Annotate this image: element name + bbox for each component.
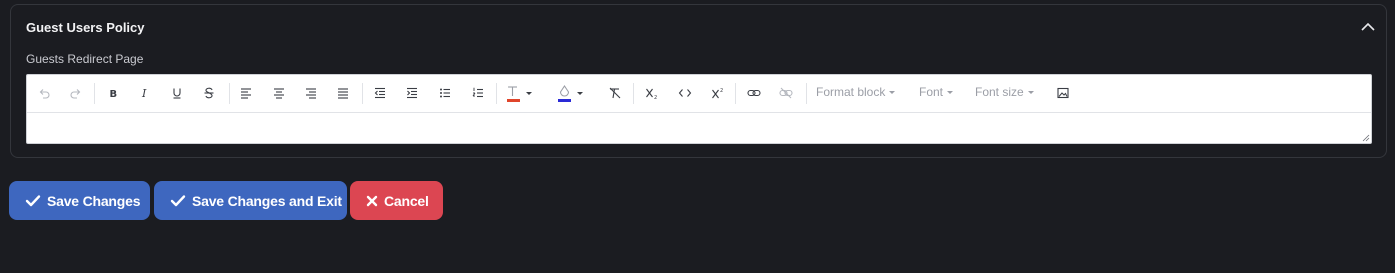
indent-button[interactable] xyxy=(403,83,421,103)
svg-text:I: I xyxy=(141,87,147,99)
italic-icon: I xyxy=(141,87,147,99)
text-color-button[interactable] xyxy=(505,83,537,103)
caret-down-icon xyxy=(889,91,896,94)
save-changes-label: Save Changes xyxy=(47,192,141,209)
align-justify-icon xyxy=(338,88,348,99)
collapse-button[interactable] xyxy=(1360,20,1376,34)
toolbar-divider xyxy=(229,83,230,104)
chevron-up-icon xyxy=(1361,22,1375,31)
redo-button[interactable] xyxy=(67,83,85,103)
font-dropdown[interactable]: Font xyxy=(919,85,954,99)
undo-icon xyxy=(39,89,50,99)
font-size-dropdown[interactable]: Font size xyxy=(975,85,1034,99)
subscript-icon: 2 xyxy=(646,88,657,99)
link-icon xyxy=(747,89,761,97)
italic-button[interactable]: I xyxy=(136,83,154,103)
cancel-button[interactable]: Cancel xyxy=(350,181,443,220)
editor-content-area[interactable] xyxy=(27,113,1371,143)
outdent-button[interactable] xyxy=(371,83,389,103)
align-right-button[interactable] xyxy=(302,83,320,103)
highlight-color-button[interactable] xyxy=(557,83,589,103)
align-left-icon xyxy=(241,88,251,99)
guests-redirect-page-label: Guests Redirect Page xyxy=(26,52,144,66)
code-icon xyxy=(678,89,692,97)
strikethrough-icon xyxy=(204,87,214,99)
bulleted-list-icon xyxy=(440,88,450,98)
rich-text-editor: B I 2 2 Format block Font Font size xyxy=(26,74,1372,144)
superscript-button[interactable]: 2 xyxy=(709,83,727,103)
unlink-icon xyxy=(779,87,793,99)
align-center-icon xyxy=(274,88,284,99)
format-block-dropdown[interactable]: Format block xyxy=(816,85,896,99)
toolbar-divider xyxy=(735,83,736,104)
svg-text:2: 2 xyxy=(654,95,657,99)
toolbar-divider xyxy=(496,83,497,104)
subscript-button[interactable]: 2 xyxy=(643,83,661,103)
toolbar-divider xyxy=(633,83,634,104)
undo-button[interactable] xyxy=(35,83,53,103)
caret-down-icon xyxy=(1027,91,1034,94)
format-block-label: Format block xyxy=(816,85,886,99)
code-view-button[interactable] xyxy=(675,83,695,103)
editor-toolbar: B I 2 2 Format block Font Font size xyxy=(27,75,1371,113)
align-justify-button[interactable] xyxy=(334,83,352,103)
toolbar-divider xyxy=(94,83,95,104)
panel-title: Guest Users Policy xyxy=(26,20,145,35)
guest-users-policy-panel: Guest Users Policy Guests Redirect Page xyxy=(10,4,1387,158)
insert-image-button[interactable] xyxy=(1054,83,1072,103)
underline-button[interactable] xyxy=(168,83,186,103)
checkmark-icon xyxy=(25,194,41,208)
toolbar-divider xyxy=(362,83,363,104)
bulleted-list-button[interactable] xyxy=(436,83,454,103)
bold-icon: B xyxy=(110,89,118,99)
highlight-color-icon xyxy=(558,85,583,102)
numbered-list-button[interactable] xyxy=(469,83,487,103)
image-icon xyxy=(1057,87,1069,99)
toolbar-divider xyxy=(806,83,807,104)
underline-icon xyxy=(173,88,181,99)
font-label: Font xyxy=(919,85,944,99)
outdent-icon xyxy=(374,87,385,99)
strikethrough-button[interactable] xyxy=(200,83,218,103)
save-changes-and-exit-button[interactable]: Save Changes and Exit xyxy=(154,181,347,220)
svg-text:B: B xyxy=(110,89,118,99)
align-right-icon xyxy=(306,88,316,99)
bold-button[interactable]: B xyxy=(104,83,122,103)
align-left-button[interactable] xyxy=(237,83,255,103)
insert-link-button[interactable] xyxy=(744,83,764,103)
redo-icon xyxy=(70,89,81,99)
save-changes-and-exit-label: Save Changes and Exit xyxy=(192,192,342,209)
caret-down-icon xyxy=(947,91,954,94)
clear-formatting-button[interactable] xyxy=(606,83,624,103)
numbered-list-icon xyxy=(472,87,483,98)
font-size-label: Font size xyxy=(975,85,1024,99)
svg-text:2: 2 xyxy=(720,88,723,94)
remove-link-button[interactable] xyxy=(776,83,796,103)
text-color-icon xyxy=(507,86,532,102)
indent-icon xyxy=(407,87,417,99)
align-center-button[interactable] xyxy=(270,83,288,103)
checkmark-icon xyxy=(170,194,186,208)
save-changes-button[interactable]: Save Changes xyxy=(9,181,150,220)
resize-handle-icon[interactable] xyxy=(1362,134,1370,142)
clear-formatting-icon xyxy=(609,87,621,99)
superscript-icon: 2 xyxy=(712,88,723,99)
close-icon xyxy=(366,195,378,207)
cancel-label: Cancel xyxy=(384,192,429,209)
